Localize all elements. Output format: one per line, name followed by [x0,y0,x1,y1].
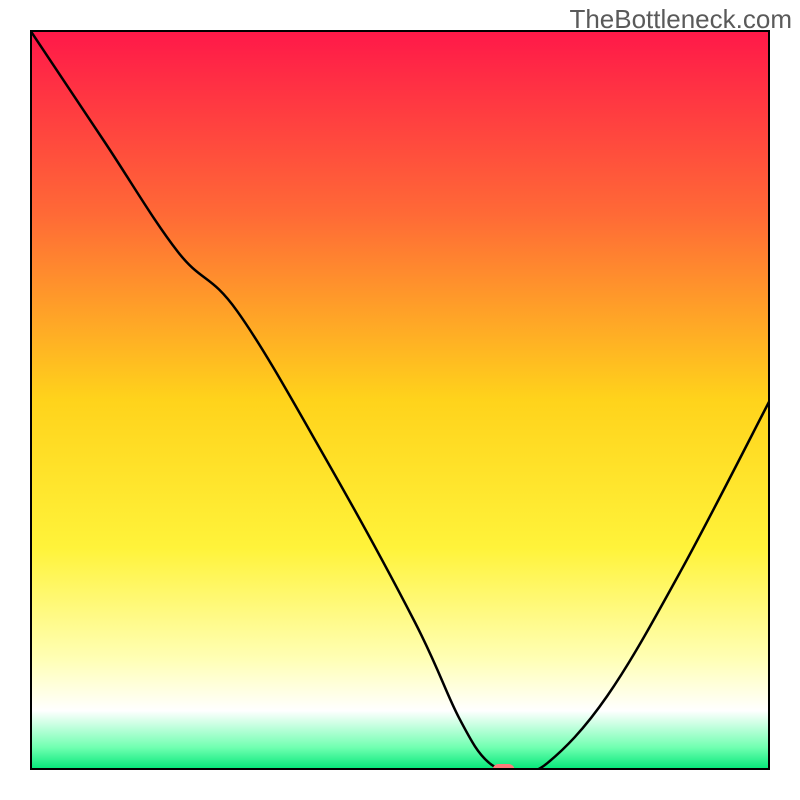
gradient-background [30,30,770,770]
chart-svg [30,30,770,770]
watermark-text: TheBottleneck.com [569,4,792,35]
chart-container: TheBottleneck.com [0,0,800,800]
chart-area [30,30,770,770]
